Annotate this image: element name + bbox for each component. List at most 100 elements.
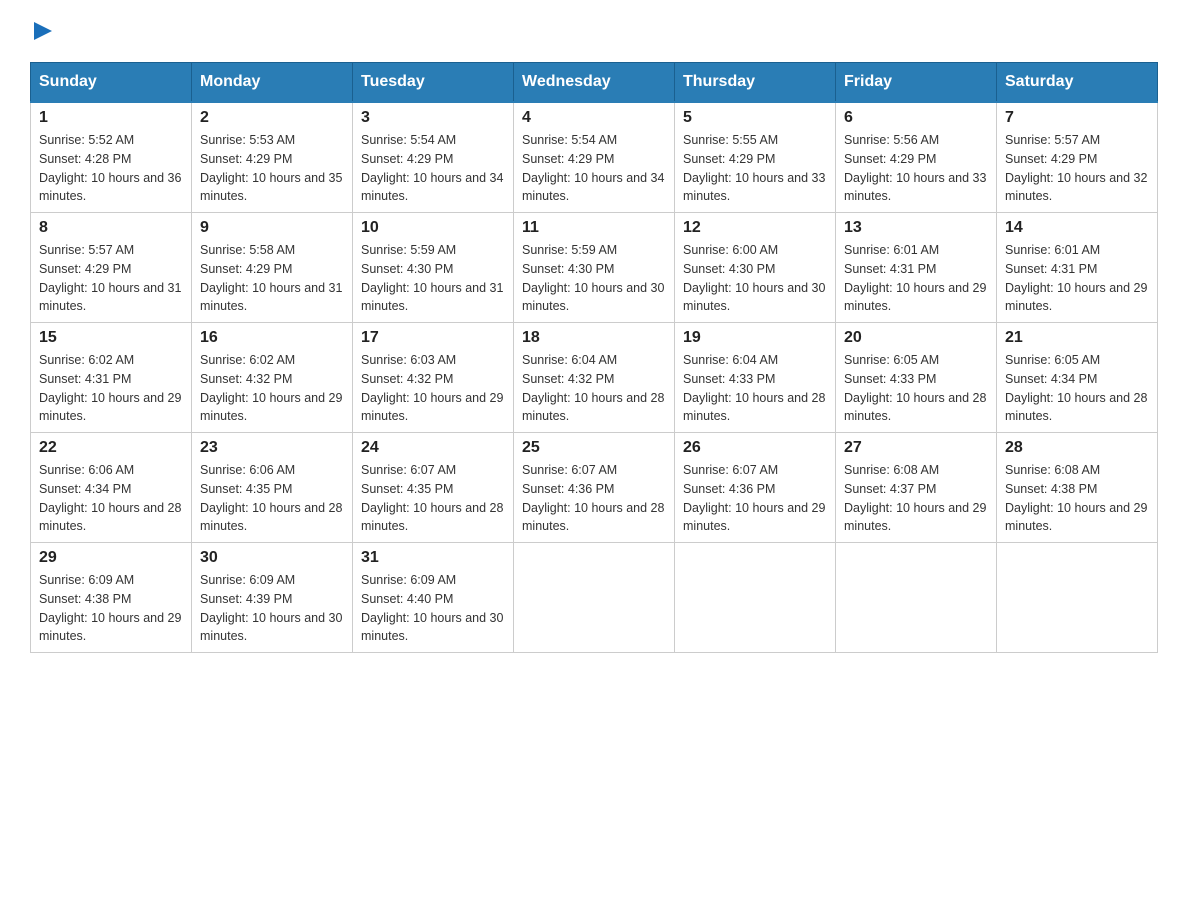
day-info: Sunrise: 6:07 AM Sunset: 4:36 PM Dayligh…	[522, 461, 666, 536]
day-info: Sunrise: 5:53 AM Sunset: 4:29 PM Dayligh…	[200, 131, 344, 206]
day-number: 18	[522, 329, 666, 347]
calendar-day-cell: 28 Sunrise: 6:08 AM Sunset: 4:38 PM Dayl…	[997, 433, 1158, 543]
day-info: Sunrise: 6:07 AM Sunset: 4:35 PM Dayligh…	[361, 461, 505, 536]
day-number: 15	[39, 329, 183, 347]
calendar-day-cell: 5 Sunrise: 5:55 AM Sunset: 4:29 PM Dayli…	[675, 102, 836, 213]
calendar-week-row: 22 Sunrise: 6:06 AM Sunset: 4:34 PM Dayl…	[31, 433, 1158, 543]
day-info: Sunrise: 6:02 AM Sunset: 4:31 PM Dayligh…	[39, 351, 183, 426]
calendar-day-cell: 25 Sunrise: 6:07 AM Sunset: 4:36 PM Dayl…	[514, 433, 675, 543]
day-number: 20	[844, 329, 988, 347]
calendar-table: SundayMondayTuesdayWednesdayThursdayFrid…	[30, 62, 1158, 653]
day-number: 4	[522, 109, 666, 127]
calendar-day-cell	[997, 543, 1158, 653]
day-number: 14	[1005, 219, 1149, 237]
calendar-day-cell	[836, 543, 997, 653]
calendar-header-row: SundayMondayTuesdayWednesdayThursdayFrid…	[31, 63, 1158, 103]
calendar-day-cell: 21 Sunrise: 6:05 AM Sunset: 4:34 PM Dayl…	[997, 323, 1158, 433]
day-number: 31	[361, 549, 505, 567]
calendar-day-cell: 18 Sunrise: 6:04 AM Sunset: 4:32 PM Dayl…	[514, 323, 675, 433]
day-number: 9	[200, 219, 344, 237]
day-number: 12	[683, 219, 827, 237]
calendar-day-header: Monday	[192, 63, 353, 103]
calendar-day-cell: 10 Sunrise: 5:59 AM Sunset: 4:30 PM Dayl…	[353, 213, 514, 323]
calendar-day-cell: 8 Sunrise: 5:57 AM Sunset: 4:29 PM Dayli…	[31, 213, 192, 323]
day-info: Sunrise: 6:08 AM Sunset: 4:38 PM Dayligh…	[1005, 461, 1149, 536]
calendar-day-cell: 14 Sunrise: 6:01 AM Sunset: 4:31 PM Dayl…	[997, 213, 1158, 323]
calendar-week-row: 1 Sunrise: 5:52 AM Sunset: 4:28 PM Dayli…	[31, 102, 1158, 213]
day-info: Sunrise: 6:09 AM Sunset: 4:39 PM Dayligh…	[200, 571, 344, 646]
calendar-day-cell: 20 Sunrise: 6:05 AM Sunset: 4:33 PM Dayl…	[836, 323, 997, 433]
day-number: 3	[361, 109, 505, 127]
day-info: Sunrise: 5:54 AM Sunset: 4:29 PM Dayligh…	[522, 131, 666, 206]
day-info: Sunrise: 6:03 AM Sunset: 4:32 PM Dayligh…	[361, 351, 505, 426]
day-number: 28	[1005, 439, 1149, 457]
logo-triangle-icon	[32, 20, 54, 42]
calendar-day-cell: 22 Sunrise: 6:06 AM Sunset: 4:34 PM Dayl…	[31, 433, 192, 543]
calendar-day-cell: 31 Sunrise: 6:09 AM Sunset: 4:40 PM Dayl…	[353, 543, 514, 653]
day-info: Sunrise: 6:04 AM Sunset: 4:33 PM Dayligh…	[683, 351, 827, 426]
day-number: 10	[361, 219, 505, 237]
day-info: Sunrise: 6:00 AM Sunset: 4:30 PM Dayligh…	[683, 241, 827, 316]
calendar-day-cell: 2 Sunrise: 5:53 AM Sunset: 4:29 PM Dayli…	[192, 102, 353, 213]
day-number: 26	[683, 439, 827, 457]
calendar-week-row: 8 Sunrise: 5:57 AM Sunset: 4:29 PM Dayli…	[31, 213, 1158, 323]
day-number: 27	[844, 439, 988, 457]
calendar-day-cell: 29 Sunrise: 6:09 AM Sunset: 4:38 PM Dayl…	[31, 543, 192, 653]
calendar-day-cell: 13 Sunrise: 6:01 AM Sunset: 4:31 PM Dayl…	[836, 213, 997, 323]
day-info: Sunrise: 5:56 AM Sunset: 4:29 PM Dayligh…	[844, 131, 988, 206]
calendar-day-header: Thursday	[675, 63, 836, 103]
page-header	[30, 20, 1158, 42]
calendar-day-header: Saturday	[997, 63, 1158, 103]
day-number: 8	[39, 219, 183, 237]
calendar-day-cell: 17 Sunrise: 6:03 AM Sunset: 4:32 PM Dayl…	[353, 323, 514, 433]
day-number: 25	[522, 439, 666, 457]
day-number: 21	[1005, 329, 1149, 347]
calendar-day-cell: 11 Sunrise: 5:59 AM Sunset: 4:30 PM Dayl…	[514, 213, 675, 323]
calendar-day-cell: 19 Sunrise: 6:04 AM Sunset: 4:33 PM Dayl…	[675, 323, 836, 433]
calendar-day-cell: 1 Sunrise: 5:52 AM Sunset: 4:28 PM Dayli…	[31, 102, 192, 213]
day-number: 19	[683, 329, 827, 347]
calendar-day-cell: 3 Sunrise: 5:54 AM Sunset: 4:29 PM Dayli…	[353, 102, 514, 213]
calendar-day-cell	[514, 543, 675, 653]
day-info: Sunrise: 5:54 AM Sunset: 4:29 PM Dayligh…	[361, 131, 505, 206]
day-info: Sunrise: 6:06 AM Sunset: 4:34 PM Dayligh…	[39, 461, 183, 536]
day-number: 22	[39, 439, 183, 457]
calendar-day-header: Friday	[836, 63, 997, 103]
day-info: Sunrise: 5:58 AM Sunset: 4:29 PM Dayligh…	[200, 241, 344, 316]
day-info: Sunrise: 5:57 AM Sunset: 4:29 PM Dayligh…	[39, 241, 183, 316]
calendar-day-cell: 15 Sunrise: 6:02 AM Sunset: 4:31 PM Dayl…	[31, 323, 192, 433]
day-number: 11	[522, 219, 666, 237]
day-info: Sunrise: 6:05 AM Sunset: 4:34 PM Dayligh…	[1005, 351, 1149, 426]
calendar-day-header: Sunday	[31, 63, 192, 103]
day-number: 29	[39, 549, 183, 567]
calendar-day-cell: 6 Sunrise: 5:56 AM Sunset: 4:29 PM Dayli…	[836, 102, 997, 213]
day-number: 6	[844, 109, 988, 127]
day-info: Sunrise: 5:57 AM Sunset: 4:29 PM Dayligh…	[1005, 131, 1149, 206]
calendar-day-cell	[675, 543, 836, 653]
calendar-day-cell: 26 Sunrise: 6:07 AM Sunset: 4:36 PM Dayl…	[675, 433, 836, 543]
calendar-week-row: 15 Sunrise: 6:02 AM Sunset: 4:31 PM Dayl…	[31, 323, 1158, 433]
calendar-week-row: 29 Sunrise: 6:09 AM Sunset: 4:38 PM Dayl…	[31, 543, 1158, 653]
calendar-day-cell: 27 Sunrise: 6:08 AM Sunset: 4:37 PM Dayl…	[836, 433, 997, 543]
calendar-day-cell: 7 Sunrise: 5:57 AM Sunset: 4:29 PM Dayli…	[997, 102, 1158, 213]
day-number: 17	[361, 329, 505, 347]
day-info: Sunrise: 6:04 AM Sunset: 4:32 PM Dayligh…	[522, 351, 666, 426]
day-number: 16	[200, 329, 344, 347]
calendar-day-header: Tuesday	[353, 63, 514, 103]
calendar-day-cell: 16 Sunrise: 6:02 AM Sunset: 4:32 PM Dayl…	[192, 323, 353, 433]
day-info: Sunrise: 5:52 AM Sunset: 4:28 PM Dayligh…	[39, 131, 183, 206]
calendar-day-cell: 9 Sunrise: 5:58 AM Sunset: 4:29 PM Dayli…	[192, 213, 353, 323]
day-info: Sunrise: 6:01 AM Sunset: 4:31 PM Dayligh…	[844, 241, 988, 316]
day-number: 5	[683, 109, 827, 127]
day-info: Sunrise: 6:08 AM Sunset: 4:37 PM Dayligh…	[844, 461, 988, 536]
day-number: 30	[200, 549, 344, 567]
day-number: 2	[200, 109, 344, 127]
day-info: Sunrise: 5:55 AM Sunset: 4:29 PM Dayligh…	[683, 131, 827, 206]
day-info: Sunrise: 6:07 AM Sunset: 4:36 PM Dayligh…	[683, 461, 827, 536]
day-info: Sunrise: 5:59 AM Sunset: 4:30 PM Dayligh…	[522, 241, 666, 316]
calendar-day-cell: 24 Sunrise: 6:07 AM Sunset: 4:35 PM Dayl…	[353, 433, 514, 543]
day-info: Sunrise: 6:01 AM Sunset: 4:31 PM Dayligh…	[1005, 241, 1149, 316]
day-info: Sunrise: 5:59 AM Sunset: 4:30 PM Dayligh…	[361, 241, 505, 316]
logo	[30, 20, 54, 42]
day-number: 24	[361, 439, 505, 457]
